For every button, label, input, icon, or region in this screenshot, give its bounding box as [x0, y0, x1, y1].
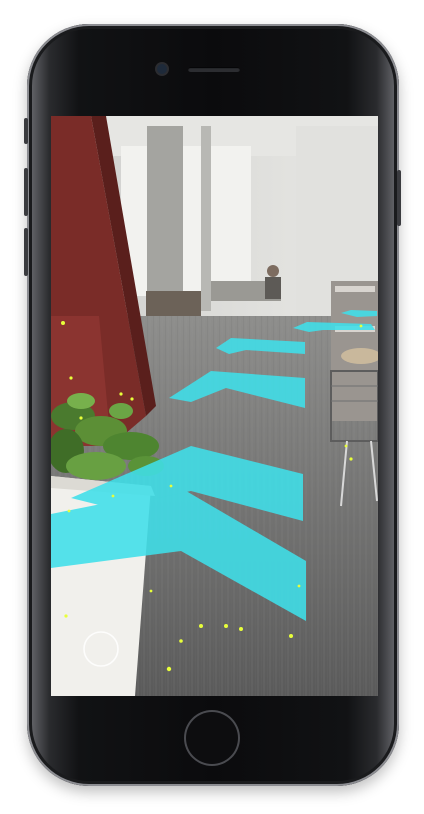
volume-down-button — [24, 228, 28, 276]
window-light — [121, 146, 251, 296]
person-body — [265, 277, 281, 299]
ar-scene — [51, 116, 378, 696]
front-camera-icon — [157, 64, 167, 74]
door-frame — [201, 126, 211, 311]
ar-camera-view[interactable] — [51, 116, 378, 696]
power-button — [397, 170, 401, 226]
concrete-pillar — [147, 126, 183, 311]
earpiece-speaker — [188, 67, 240, 72]
mute-switch — [24, 118, 28, 144]
home-button[interactable] — [186, 712, 238, 764]
volume-up-button — [24, 168, 28, 216]
person-head — [267, 265, 279, 277]
